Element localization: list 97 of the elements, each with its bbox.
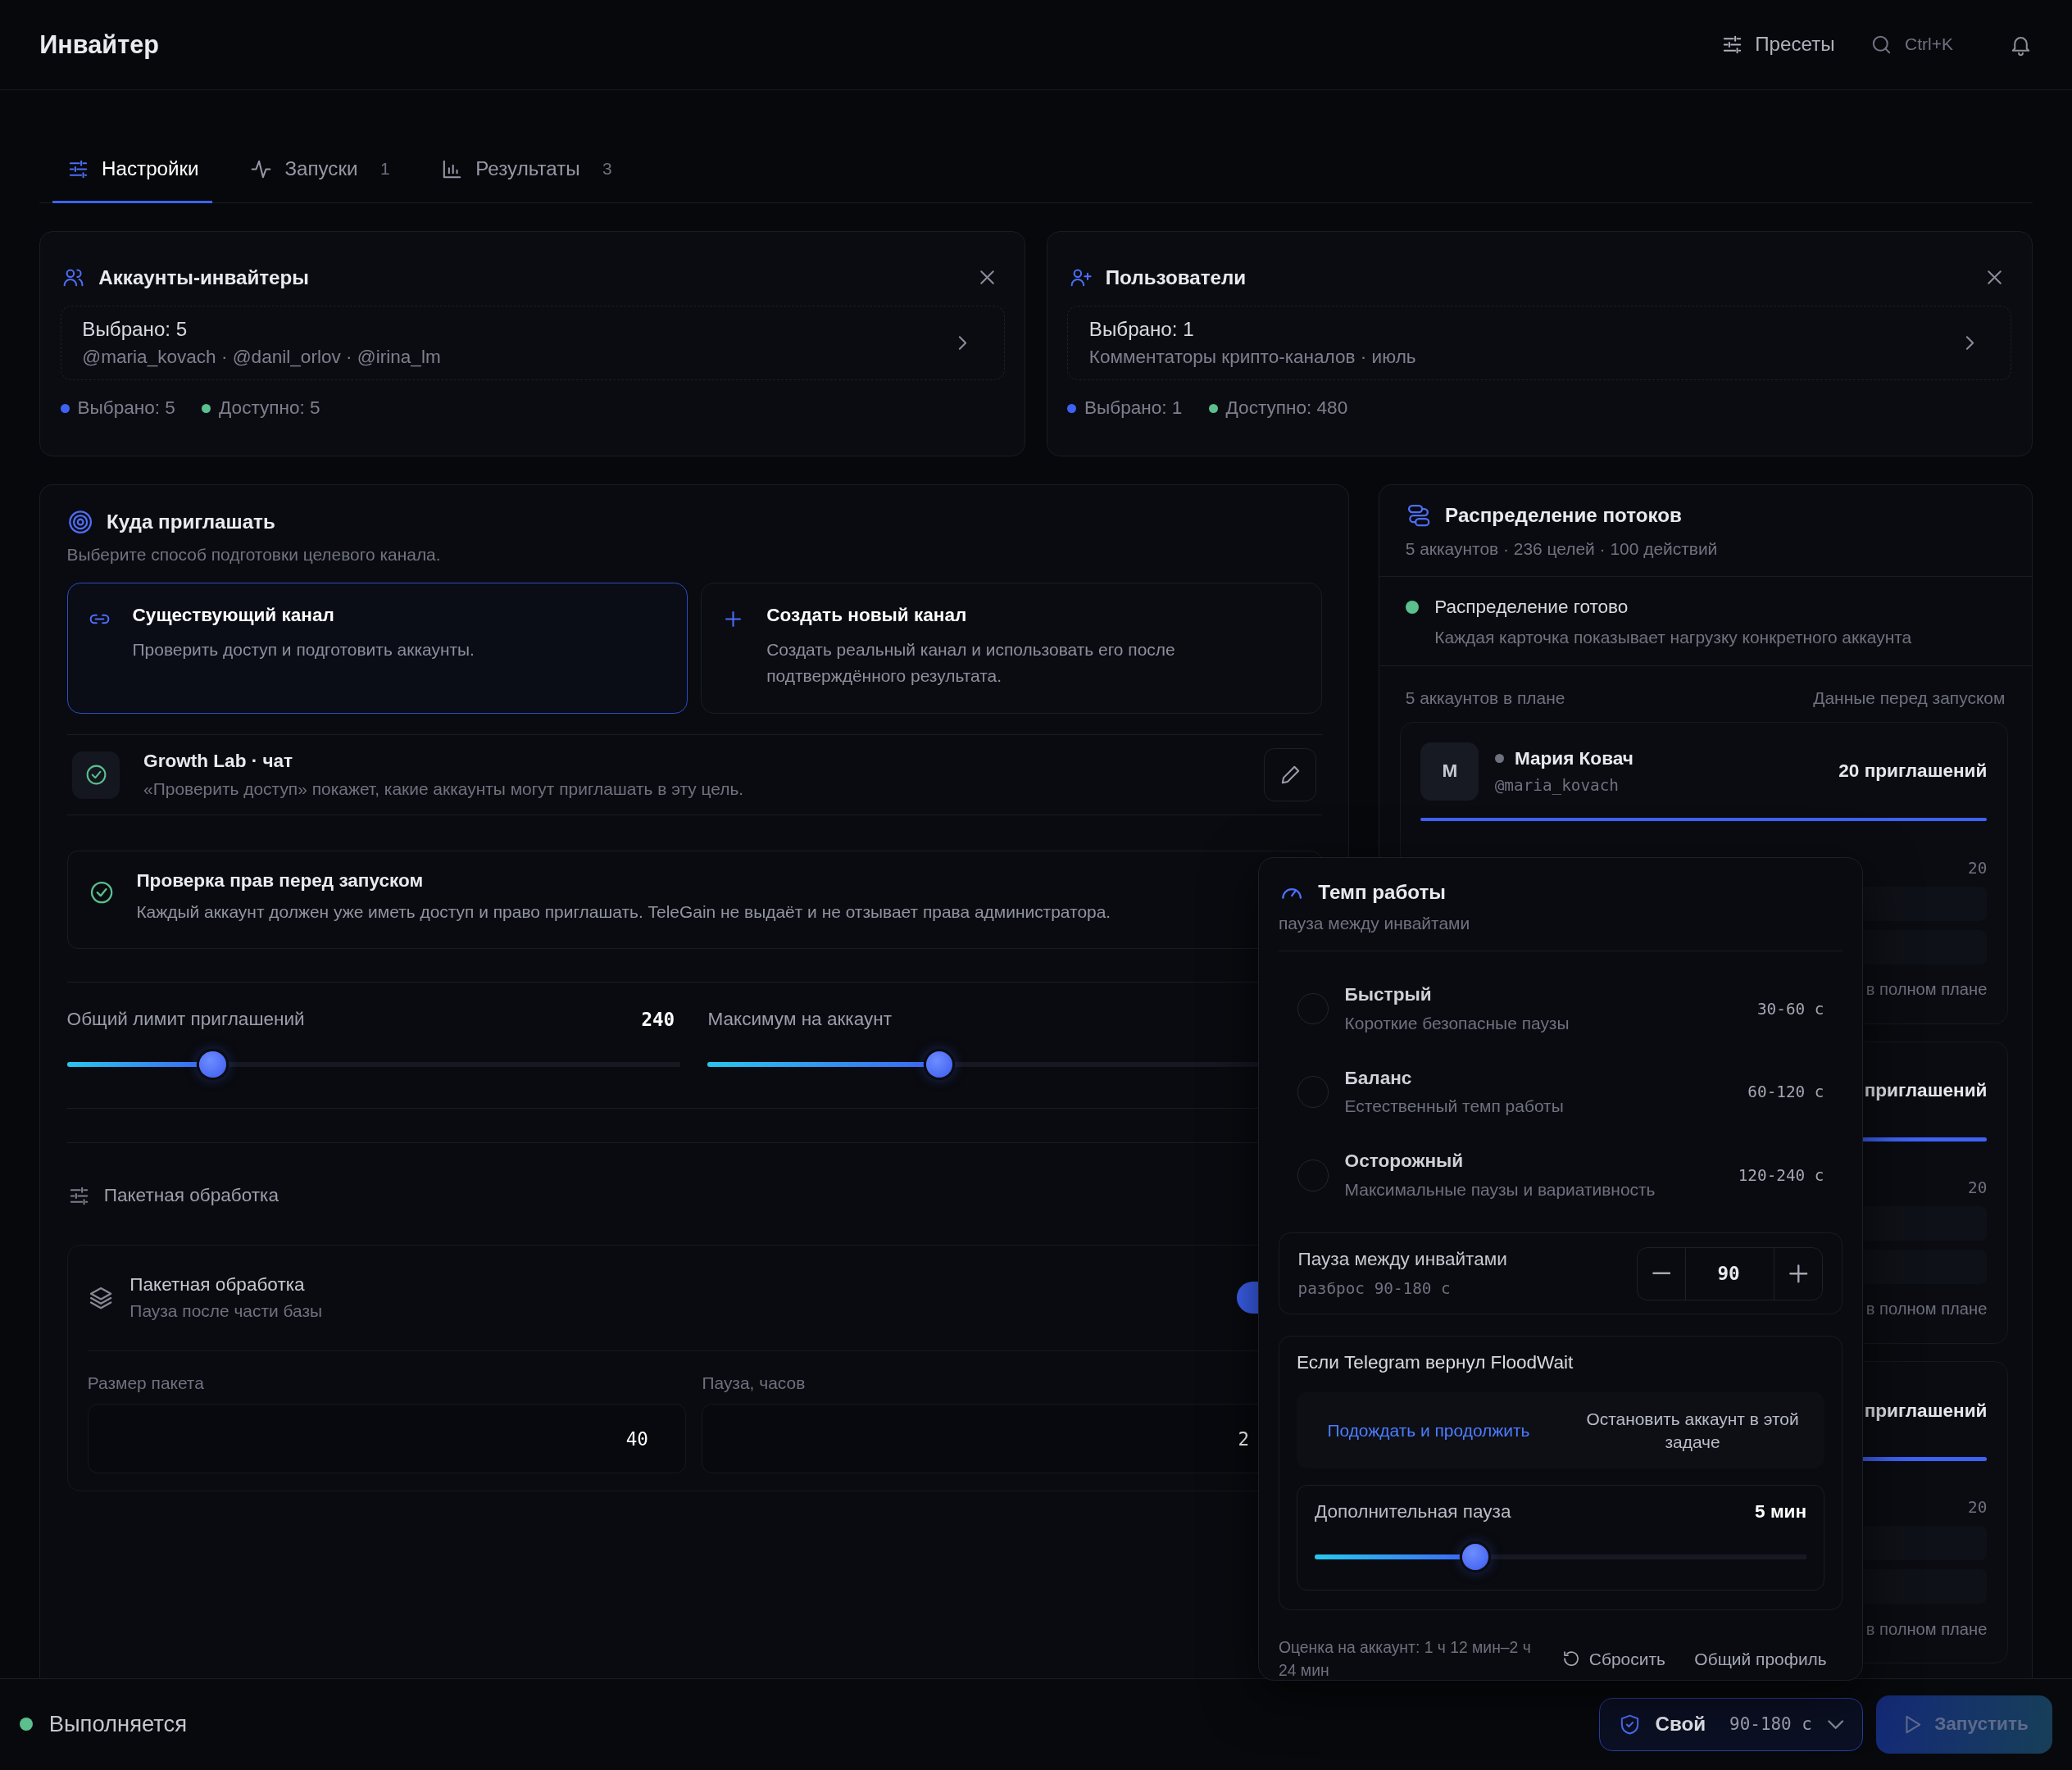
stat-label: Доступно: 480 xyxy=(1225,397,1348,420)
extra-pause-label: Дополнительная пауза xyxy=(1314,1501,1511,1523)
mode-title: Быстрый xyxy=(1344,984,1433,1006)
card-title: Пользователи xyxy=(1105,266,1247,289)
mode-option[interactable]: Осторожный Максимальные паузы и вариативность 120-240 с xyxy=(1279,1133,1843,1217)
mode-option[interactable]: Быстрый Короткие безопасные паузы 30-60 с xyxy=(1279,967,1843,1051)
popover-subtitle: пауза между инвайтами xyxy=(1279,914,1843,951)
info-title: Проверка прав перед запуском xyxy=(136,869,425,892)
plan-note: в полном плане xyxy=(1865,1300,1988,1318)
edit-button[interactable] xyxy=(1263,748,1317,801)
app-title: Инвайтер xyxy=(39,30,160,59)
stat-label: Выбрано: 1 xyxy=(1084,397,1183,420)
info-text: Каждый аккаунт должен уже иметь доступ и право приглашать. TeleGain не выдаёт и не отзывает права администратора. xyxy=(136,901,1111,922)
option-card[interactable]: Создать новый канал Создать реальный канал и использовать его после подтверждённого результата. xyxy=(701,583,1322,714)
estimate-text: Оценка на аккаунт: 1 ч 12 мин–2 ч 24 мин xyxy=(1279,1637,1532,1681)
channel-hint: «Проверить доступ» покажет, какие аккаунты могут приглашать в эту цель. xyxy=(143,779,745,800)
selection-field[interactable]: Выбрано: 1 Комментаторы крипто-каналов · июль xyxy=(1067,305,2012,381)
mode-description: Максимальные паузы и вариативность xyxy=(1344,1180,1656,1200)
selection-field[interactable]: Выбрано: 5 @maria_kovach · @danil_orlov · @irina_lm xyxy=(60,305,1005,381)
account-handle: @maria_kovach xyxy=(1494,775,1620,795)
mode-description: Естественный темп работы xyxy=(1344,1096,1564,1117)
section-subtitle: Выберите способ подготовки целевого канала. xyxy=(66,544,442,565)
invite-count: приглашений xyxy=(1864,1400,1988,1422)
minus-icon xyxy=(1652,1271,1671,1277)
field-label: Пауза, часов xyxy=(702,1373,807,1394)
popover-title: Темп работы xyxy=(1318,881,1446,905)
option-description: Создать реальный канал и использовать его после подтверждённого результата. xyxy=(766,638,1176,688)
search-button[interactable]: Ctrl+K xyxy=(1869,32,1953,57)
slider-thumb[interactable] xyxy=(1462,1543,1489,1571)
number-stepper[interactable]: 90 xyxy=(1636,1247,1824,1300)
status-dot xyxy=(1405,601,1419,615)
selection-detail: Комментаторы крипто-каналов · июль xyxy=(1088,346,1417,368)
tab[interactable]: Запуски 1 xyxy=(235,137,403,204)
tab-count: 3 xyxy=(602,159,612,179)
reset-button[interactable]: Сбросить xyxy=(1561,1649,1665,1669)
mode-option[interactable]: Баланс Естественный темп работы 60-120 с xyxy=(1279,1050,1843,1134)
status-text: Каждая карточка показывает нагрузку конкретного аккаунта xyxy=(1434,627,1912,647)
slider-value: 240 xyxy=(641,1009,675,1031)
status-dot xyxy=(20,1718,34,1731)
presets-button[interactable]: Пресеты xyxy=(1720,32,1835,57)
panel-subtitle: 5 аккаунтов · 236 целей · 100 действий xyxy=(1405,539,1719,560)
slider-thumb[interactable] xyxy=(926,1051,953,1078)
daily-count: 20 xyxy=(1968,858,1988,878)
plan-note: в полном плане xyxy=(1865,980,1988,999)
channel-name: Growth Lab · чат xyxy=(143,750,294,772)
slider-thumb[interactable] xyxy=(199,1051,226,1078)
tab[interactable]: Настройки xyxy=(52,137,212,204)
extra-pause-value: 5 мин xyxy=(1755,1501,1807,1523)
section-title: Куда приглашать xyxy=(106,511,275,534)
option-card[interactable]: Существующий канал Проверить доступ и подготовить аккаунты. xyxy=(66,583,688,714)
daily-count: 20 xyxy=(1968,1178,1988,1197)
panel-title: Распределение потоков xyxy=(1445,504,1682,528)
invite-count: 20 приглашений xyxy=(1838,760,1988,783)
list-note: Данные перед запуском xyxy=(1813,688,2006,709)
account-name: Мария Ковач xyxy=(1514,747,1634,769)
selection-detail: @maria_kovach · @danil_orlov · @irina_lm xyxy=(82,346,442,368)
option-title: Существующий канал xyxy=(132,604,335,626)
input-field[interactable]: 40 xyxy=(87,1403,687,1474)
batch-title: Пакетная обработка xyxy=(130,1274,306,1296)
plus-icon xyxy=(1789,1264,1808,1283)
tab[interactable]: Результаты 3 xyxy=(426,137,625,204)
profile-dropdown[interactable]: Свой 90-180 с xyxy=(1598,1698,1864,1751)
status-dot xyxy=(1494,754,1504,764)
profile-button[interactable]: Общий профиль xyxy=(1694,1649,1827,1669)
section-heading: Пакетная обработка xyxy=(103,1185,279,1206)
option-title: Создать новый канал xyxy=(766,604,968,626)
target-icon xyxy=(66,509,93,536)
stat-label: Выбрано: 5 xyxy=(77,397,175,420)
stepper-value: 90 xyxy=(1684,1248,1775,1300)
plan-note: в полном плане xyxy=(1865,1619,1988,1638)
invite-count: приглашений xyxy=(1864,1080,1988,1102)
pause-hint: разброс 90-180 с xyxy=(1297,1279,1452,1299)
selection-value: Выбрано: 1 xyxy=(1088,318,1195,342)
status-title: Распределение готово xyxy=(1434,597,1629,619)
card-title: Аккаунты-инвайтеры xyxy=(98,266,310,289)
chevron-down-icon xyxy=(1828,1719,1844,1730)
floodwait-title: Если Telegram вернул FloodWait xyxy=(1296,1352,1574,1374)
mode-description: Короткие безопасные паузы xyxy=(1344,1013,1570,1033)
slider-label: Общий лимит приглашений xyxy=(66,1009,305,1031)
selection-value: Выбрано: 5 xyxy=(82,318,189,342)
option-description: Проверить доступ и подготовить аккаунты. xyxy=(132,638,475,660)
mode-title: Баланс xyxy=(1344,1067,1413,1089)
daily-count: 20 xyxy=(1968,1497,1988,1517)
list-caption: 5 аккаунтов в плане xyxy=(1405,688,1565,709)
segment-option[interactable]: Остановить аккаунт в этой задаче xyxy=(1561,1391,1825,1469)
mode-range: 30-60 с xyxy=(1757,999,1824,1019)
batch-subtitle: Пауза после части базы xyxy=(130,1300,324,1321)
avatar: М xyxy=(1420,742,1479,801)
pause-label: Пауза между инвайтами xyxy=(1297,1249,1507,1271)
stat-label: Доступно: 5 xyxy=(219,397,320,420)
status-text: Выполняется xyxy=(48,1711,189,1738)
mode-range: 120-240 с xyxy=(1738,1165,1824,1185)
field-label: Размер пакета xyxy=(87,1373,205,1394)
slider-label: Максимум на аккаунт xyxy=(707,1009,893,1031)
tab-count: 1 xyxy=(379,159,390,179)
mode-title: Осторожный xyxy=(1344,1150,1465,1173)
mode-range: 60-120 с xyxy=(1747,1082,1824,1102)
